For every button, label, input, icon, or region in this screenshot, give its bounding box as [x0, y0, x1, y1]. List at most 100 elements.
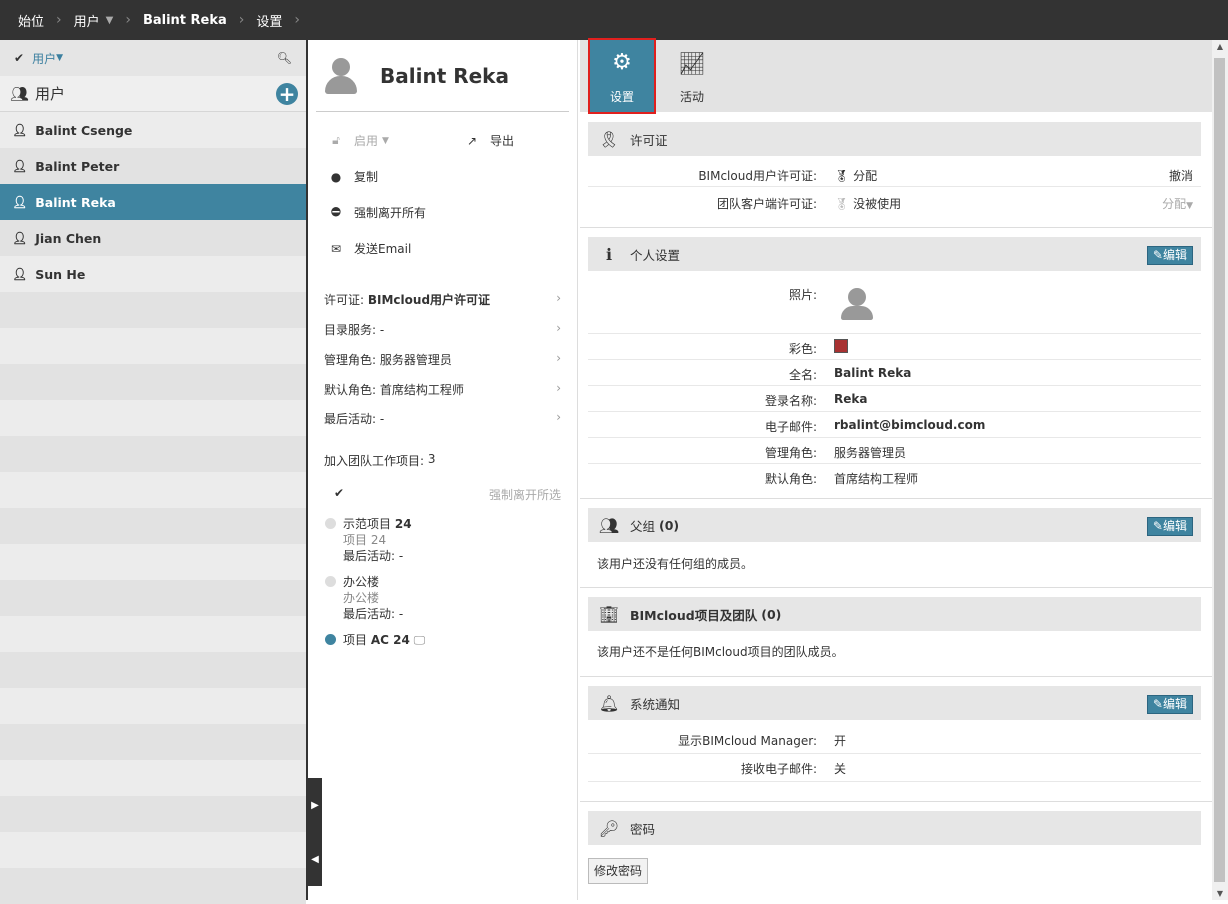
force-leave-selected-button[interactable]: 强制离开所选	[489, 486, 561, 503]
export-button[interactable]: ↗ 导出	[462, 132, 514, 149]
kv-row: 全名: Balint Reka	[588, 360, 1201, 386]
edit-button[interactable]: ✎编辑	[1146, 517, 1193, 536]
scrollbar-thumb[interactable]	[1214, 58, 1225, 882]
scroll-up-icon[interactable]: ▲	[1212, 42, 1228, 51]
project-item[interactable]: 项目 AC 24 🖵	[325, 632, 425, 648]
breadcrumb-settings: 设置	[256, 14, 283, 30]
user-name: Jian Chen	[35, 230, 102, 246]
add-user-button[interactable]: +	[276, 82, 298, 105]
edit-label: 编辑	[1162, 519, 1187, 533]
send-email-button[interactable]: ✉ 发送Email	[326, 240, 411, 257]
user-row[interactable]: 👤︎ Balint Peter	[0, 148, 306, 184]
user-name: Balint Csenge	[35, 122, 133, 138]
license-row: 团队客户端许可证: 🏅︎ 没被使用 分配▼	[588, 189, 1201, 215]
kv-label: 照片:	[788, 288, 817, 302]
kv-row: 接收电子邮件: 关	[588, 754, 1201, 782]
breadcrumb-home[interactable]: 始位	[18, 11, 44, 30]
scrollbar[interactable]: ▲ ▼	[1212, 40, 1228, 900]
person-icon: 👤︎	[12, 195, 28, 209]
breadcrumb-users[interactable]: 用户	[74, 11, 100, 30]
kv-value: 关	[834, 762, 847, 776]
color-row: 彩色:	[588, 334, 1201, 360]
empty-row	[0, 796, 306, 832]
kv-row: 管理角色: 服务器管理员	[588, 438, 1201, 464]
change-password-button[interactable]: 修改密码	[588, 858, 649, 884]
kv-value: 开	[834, 734, 847, 748]
person-icon: 👤︎	[12, 231, 28, 245]
user-row[interactable]: 👤︎ Jian Chen	[0, 220, 306, 256]
kv-label: BIMcloud用户许可证:	[698, 169, 817, 183]
check-icon[interactable]: ✔	[14, 51, 24, 65]
tab-bar: ⚙ 设置 📈︎ 活动	[580, 38, 1212, 114]
info-label: 管理角色:	[324, 353, 377, 367]
info-admin-role[interactable]: 管理角色: 服务器管理员 ›	[324, 351, 561, 368]
license-row: BIMcloud用户许可证: 🏅︎ 分配 撤消	[588, 161, 1201, 187]
collapse-handle[interactable]: ◀	[308, 832, 322, 886]
project-item[interactable]: 办公楼 办公楼 最后活动: -	[325, 574, 403, 622]
email-icon: ✉	[330, 241, 342, 256]
enable-dropdown[interactable]: 🔓︎ 启用 ▼	[326, 132, 389, 149]
info-last-activity[interactable]: 最后活动: - ›	[324, 410, 561, 427]
tab-label: 设置	[609, 90, 634, 104]
users-group-icon: 👥︎	[10, 84, 30, 103]
assign-dropdown[interactable]: 分配▼	[1162, 195, 1193, 212]
edit-button[interactable]: ✎编辑	[1146, 246, 1193, 265]
info-license[interactable]: 许可证: BIMcloud用户许可证 ›	[324, 291, 561, 308]
caret-down-icon[interactable]: ▼	[106, 15, 114, 26]
filter-dropdown[interactable]: 用户	[32, 50, 56, 67]
kv-label: 全名:	[788, 368, 817, 382]
user-row[interactable]: 👤︎ Sun He	[0, 256, 306, 292]
search-icon[interactable]: 🔍︎	[277, 51, 292, 65]
scroll-down-icon[interactable]: ▼	[1212, 889, 1228, 898]
chevron-right-icon: ›	[294, 12, 301, 28]
info-value: 服务器管理员	[379, 353, 452, 367]
empty-message: 该用户还没有任何组的成员。	[597, 557, 754, 571]
status-dot	[325, 634, 336, 645]
empty-row	[0, 580, 306, 616]
user-row-selected[interactable]: 👤︎ Balint Reka	[0, 184, 306, 220]
empty-row	[0, 688, 306, 724]
expand-handle[interactable]: ▶	[308, 778, 322, 832]
project-number: AC 24	[370, 633, 410, 647]
select-all-checkbox[interactable]: ✔	[334, 486, 344, 503]
copy-button[interactable]: ● 复制	[326, 168, 378, 185]
tab-settings[interactable]: ⚙ 设置	[588, 38, 656, 114]
force-leave-all-button[interactable]: ⛔︎ 强制离开所有	[326, 204, 426, 221]
person-icon: 👤︎	[12, 159, 28, 173]
force-leave-label: 强制离开所有	[354, 206, 427, 220]
info-directory[interactable]: 目录服务: - ›	[324, 321, 561, 338]
joined-label: 加入团队工作项目:	[324, 454, 425, 468]
user-detail-panel: Balint Reka 🔓︎ 启用 ▼ ↗ 导出 ● 复制 ⛔︎ 强制离开所有 ✉ 发送Em…	[308, 40, 578, 900]
empty-row	[0, 472, 306, 508]
status-dot	[325, 518, 336, 529]
breadcrumb-user[interactable]: Balint Reka	[143, 13, 227, 28]
chevron-right-icon: ›	[556, 321, 561, 335]
group-icon: 👥︎	[598, 515, 620, 535]
empty-message: 该用户还不是任何BIMcloud项目的团队成员。	[597, 645, 844, 659]
breadcrumb: 始位 › 用户 ▼ › Balint Reka › 设置 ›	[0, 0, 1228, 40]
external-link-icon: ↗	[466, 133, 478, 148]
kv-row: 登录名称: Reka	[588, 386, 1201, 412]
section-title: 个人设置	[630, 247, 681, 263]
revoke-link[interactable]: 撤消	[1169, 167, 1193, 184]
tab-activity[interactable]: 📈︎ 活动	[658, 40, 726, 112]
notify-section-header: 🔔︎ 系统通知 ✎编辑	[588, 686, 1201, 720]
project-item[interactable]: 示范项目 24 项目 24 最后活动: -	[325, 516, 412, 564]
empty-row	[0, 760, 306, 796]
color-swatch	[834, 339, 848, 353]
info-default-role[interactable]: 默认角色: 首席结构工程师 ›	[324, 381, 561, 398]
bell-icon: 🔔︎	[598, 693, 620, 713]
empty-row	[0, 652, 306, 688]
edit-button[interactable]: ✎编辑	[1146, 695, 1193, 714]
user-name: Sun He	[35, 266, 86, 282]
info-label: 许可证:	[324, 293, 365, 307]
empty-row	[0, 328, 306, 364]
user-row[interactable]: 👤︎ Balint Csenge	[0, 112, 306, 148]
caret-down-icon[interactable]: ▼	[56, 53, 63, 63]
building-user-icon: 🏢︎	[598, 604, 620, 624]
projects-section-header: 🏢︎ BIMcloud项目及团队 (0)	[588, 597, 1201, 631]
project-sub: 项目 24	[343, 533, 387, 547]
kv-label: 显示BIMcloud Manager:	[678, 734, 817, 748]
license-status: 分配	[853, 169, 878, 183]
user-name: Balint Peter	[35, 158, 120, 174]
